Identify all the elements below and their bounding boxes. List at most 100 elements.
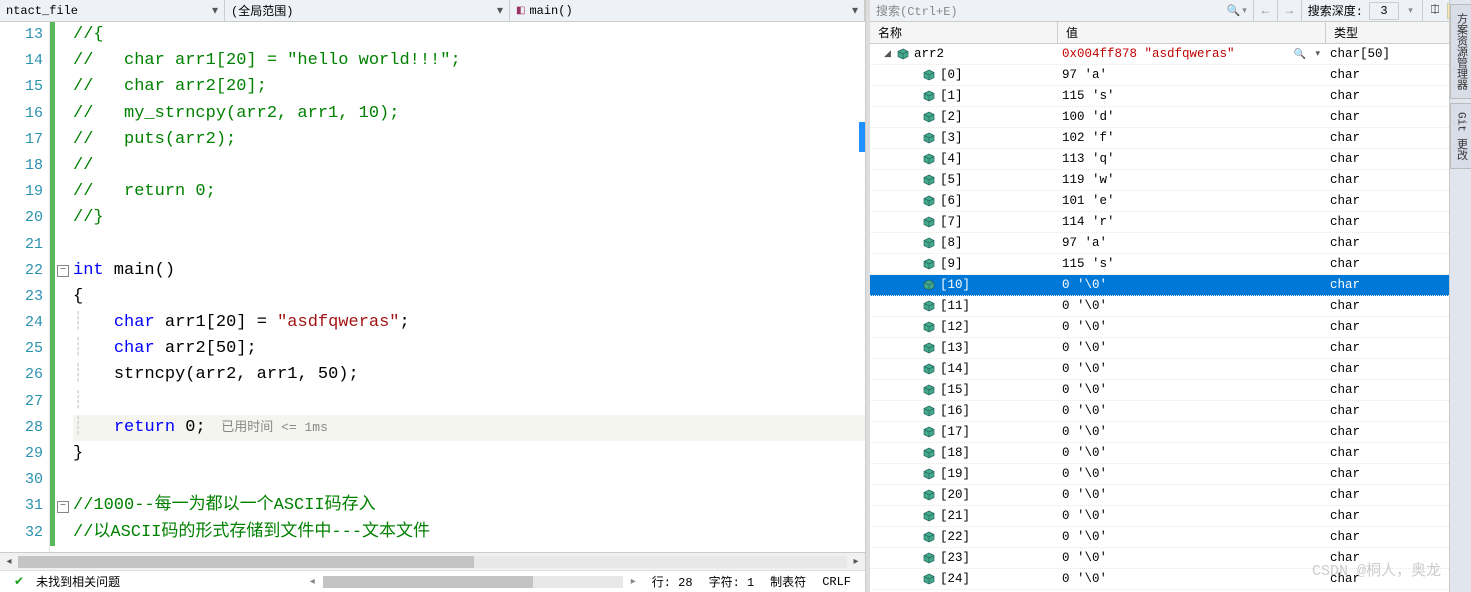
code-line[interactable] [73,467,865,493]
search-input[interactable]: 搜索(Ctrl+E) 🔍 ▾ [870,0,1254,21]
fold-icon[interactable]: − [57,501,69,513]
watch-row[interactable]: [24]0 '\0'char [870,569,1471,590]
watch-row[interactable]: [22]0 '\0'char [870,527,1471,548]
code-line[interactable]: ┊ char arr2[50]; [73,336,865,362]
scroll-thumb[interactable] [18,556,474,568]
code-line[interactable]: // char arr2[20]; [73,74,865,100]
watch-row[interactable]: [0]97 'a'char [870,65,1471,86]
fold-icon[interactable]: − [57,265,69,277]
code-line[interactable]: ┊ char arr1[20] = "asdfqweras"; [73,310,865,336]
tab-solution-explorer[interactable]: 方案资源管理器 [1450,4,1471,99]
watch-row[interactable]: [12]0 '\0'char [870,317,1471,338]
watch-row[interactable]: [20]0 '\0'char [870,485,1471,506]
var-value: 119 'w' [1058,173,1326,187]
scroll-thumb[interactable] [323,576,533,588]
watch-row[interactable]: [6]101 'e'char [870,191,1471,212]
chevron-down-icon[interactable]: ▾ [1315,49,1320,59]
issues-label: 未找到相关问题 [36,573,120,590]
code-line[interactable]: { [73,284,865,310]
expand-icon[interactable]: ◢ [884,49,896,59]
code-line[interactable]: // my_strncpy(arr2, arr1, 10); [73,101,865,127]
var-value: 100 'd' [1058,110,1326,124]
header-value[interactable]: 值 [1058,22,1326,43]
watch-row[interactable]: [9]115 's'char [870,254,1471,275]
search-icon[interactable]: 🔍 [1294,49,1306,61]
code-line[interactable]: } [73,441,865,467]
scroll-right-icon[interactable]: ▸ [847,556,865,568]
tabs-indicator: 制表符 [770,573,806,590]
search-placeholder: 搜索(Ctrl+E) [876,2,958,19]
tab-git-changes[interactable]: Git 更改 [1450,103,1471,169]
watch-rows[interactable]: ◢arr20x004ff878 "asdfqweras"🔍▾char[50][0… [870,44,1471,592]
code-line[interactable]: ┊ strncpy(arr2, arr1, 50); [73,362,865,388]
code-line[interactable]: // [73,153,865,179]
watch-row[interactable]: [21]0 '\0'char [870,506,1471,527]
file-dropdown[interactable]: ntact_file ▾ [0,0,225,21]
code-line[interactable]: ┊ return 0; 已用时间 <= 1ms [73,415,865,441]
var-name: [21] [940,509,970,523]
nav-back-button[interactable]: ← [1254,0,1278,21]
var-value: 0 '\0' [1058,362,1326,376]
scroll-right-icon[interactable]: ▸ [631,576,636,588]
nav-forward-button[interactable]: → [1278,0,1302,21]
var-value: 0 '\0' [1058,446,1326,460]
scope-dropdown[interactable]: (全局范围) ▾ [225,0,510,21]
code-line[interactable]: // return 0; [73,179,865,205]
search-icon: 🔍 [1227,4,1241,18]
encoding-indicator: CRLF [822,575,851,589]
var-name: [4] [940,152,963,166]
var-value: 0 '\0' [1058,320,1326,334]
var-name: [19] [940,467,970,481]
depth-input[interactable]: 3 [1369,2,1399,20]
watch-row[interactable]: [7]114 'r'char [870,212,1471,233]
watch-row[interactable]: [19]0 '\0'char [870,464,1471,485]
scroll-left-icon[interactable]: ◂ [310,576,315,588]
scroll-track[interactable] [323,576,623,588]
watch-row[interactable]: [8]97 'a'char [870,233,1471,254]
code-line[interactable]: //{ [73,22,865,48]
watch-row[interactable]: [13]0 '\0'char [870,338,1471,359]
code-line[interactable]: // char arr1[20] = "hello world!!!"; [73,48,865,74]
watch-row[interactable]: [14]0 '\0'char [870,359,1471,380]
code-line[interactable]: // puts(arr2); [73,127,865,153]
line-number: 31 [0,493,43,519]
code-area[interactable]: 1314151617181920212223242526272829303132… [0,22,865,552]
filter-button[interactable]: ⎅ [1423,5,1447,17]
line-number: 22 [0,258,43,284]
var-value: 113 'q' [1058,152,1326,166]
line-number: 19 [0,179,43,205]
variable-icon [922,426,936,438]
var-name: [13] [940,341,970,355]
code-line[interactable] [73,232,865,258]
watch-row[interactable]: [16]0 '\0'char [870,401,1471,422]
watch-pane: 搜索(Ctrl+E) 🔍 ▾ ← → 搜索深度: 3 ▾ ⎅ ▦ 名称 值 类型… [866,0,1471,592]
watch-row[interactable]: [5]119 'w'char [870,170,1471,191]
watch-row[interactable]: [17]0 '\0'char [870,422,1471,443]
function-dropdown[interactable]: ◧ main() ▾ [510,0,865,21]
code-line[interactable]: ┊ [73,389,865,415]
code-lines[interactable]: //{// char arr1[20] = "hello world!!!";/… [73,22,865,552]
watch-row-root[interactable]: ◢arr20x004ff878 "asdfqweras"🔍▾char[50] [870,44,1471,65]
var-name: [5] [940,173,963,187]
watch-row[interactable]: [2]100 'd'char [870,107,1471,128]
scroll-left-icon[interactable]: ◂ [0,556,18,568]
watch-row[interactable]: [11]0 '\0'char [870,296,1471,317]
code-line[interactable]: //以ASCII码的形式存储到文件中---文本文件 [73,520,865,546]
depth-dropdown[interactable]: ▾ [1399,0,1423,21]
header-name[interactable]: 名称 [870,22,1058,43]
watch-row[interactable]: [1]115 's'char [870,86,1471,107]
watch-row[interactable]: [3]102 'f'char [870,128,1471,149]
watch-row[interactable]: [4]113 'q'char [870,149,1471,170]
scroll-track[interactable] [18,556,847,568]
code-line[interactable]: int main() [73,258,865,284]
code-line[interactable]: //} [73,205,865,231]
watch-row[interactable]: [18]0 '\0'char [870,443,1471,464]
watch-row[interactable]: [15]0 '\0'char [870,380,1471,401]
var-name: [14] [940,362,970,376]
side-tabs: 方案资源管理器 Git 更改 [1449,0,1471,592]
code-line[interactable]: //1000--每一为都以一个ASCII码存入 [73,493,865,519]
watch-row[interactable]: [10]0 '\0'char [870,275,1471,296]
horizontal-scrollbar[interactable]: ◂ ▸ [0,552,865,570]
watch-row[interactable]: [23]0 '\0'char [870,548,1471,569]
var-name: [7] [940,215,963,229]
